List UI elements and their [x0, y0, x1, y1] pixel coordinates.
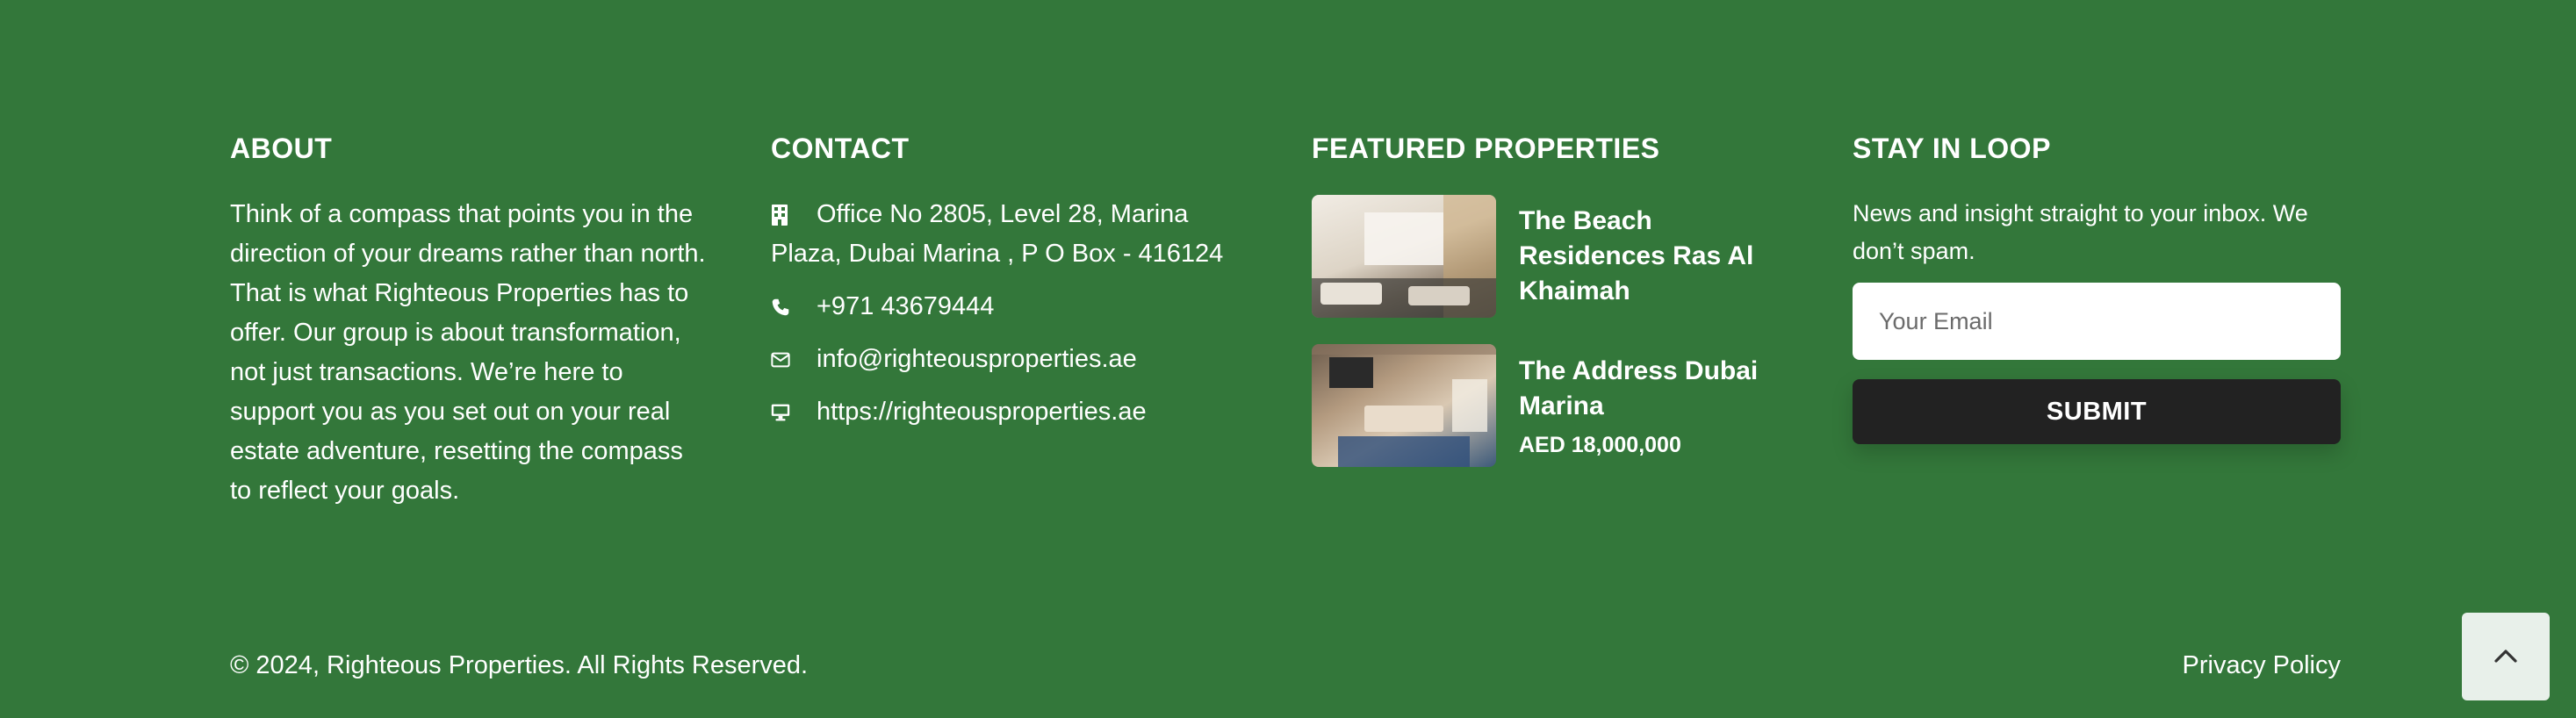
contact-phone[interactable]: +971 43679444	[771, 287, 1263, 327]
chevron-up-icon	[2493, 647, 2519, 667]
privacy-policy-link[interactable]: Privacy Policy	[2183, 648, 2342, 683]
contact-phone-text[interactable]: +971 43679444	[817, 287, 994, 327]
property-info: The Beach Residences Ras Al Khaimah	[1519, 204, 1803, 309]
contact-title: CONTACT	[771, 133, 910, 164]
property-name[interactable]: The Address Dubai Marina	[1519, 354, 1803, 424]
featured-properties-section: FEATURED PROPERTIES The Beach Residences…	[1312, 132, 1803, 493]
contact-address: Office No 2805, Level 28, Marina Plaza, …	[771, 195, 1263, 274]
copyright-text: © 2024, Righteous Properties. All Rights…	[230, 651, 809, 679]
contact-website-text[interactable]: https://righteousproperties.ae	[817, 392, 1147, 432]
building-icon	[771, 195, 790, 234]
site-footer: ABOUT Think of a compass that points you…	[0, 0, 2576, 718]
email-input[interactable]	[1853, 283, 2341, 360]
desktop-icon	[771, 392, 790, 432]
newsletter-section: STAY IN LOOP News and insight straight t…	[1853, 132, 2341, 444]
property-info: The Address Dubai Marina AED 18,000,000	[1519, 354, 1803, 458]
newsletter-text: News and insight straight to your inbox.…	[1853, 200, 2308, 264]
contact-email-text[interactable]: info@righteousproperties.ae	[817, 340, 1137, 379]
contact-website[interactable]: https://righteousproperties.ae	[771, 392, 1263, 432]
property-price: AED 18,000,000	[1519, 432, 1681, 457]
featured-property-item[interactable]: The Beach Residences Ras Al Khaimah	[1312, 195, 1803, 318]
scroll-to-top-button[interactable]	[2462, 613, 2550, 700]
property-thumbnail[interactable]	[1312, 344, 1496, 467]
contact-address-text: Office No 2805, Level 28, Marina Plaza, …	[771, 200, 1224, 268]
envelope-icon	[771, 340, 790, 379]
featured-title: FEATURED PROPERTIES	[1312, 133, 1660, 164]
property-thumbnail[interactable]	[1312, 195, 1496, 318]
property-name[interactable]: The Beach Residences Ras Al Khaimah	[1519, 204, 1803, 309]
newsletter-title: STAY IN LOOP	[1853, 133, 2051, 164]
submit-button[interactable]: SUBMIT	[1853, 379, 2341, 444]
phone-icon	[771, 287, 790, 327]
featured-property-item[interactable]: The Address Dubai Marina AED 18,000,000	[1312, 344, 1803, 467]
about-title: ABOUT	[230, 133, 333, 164]
about-text: Think of a compass that points you in th…	[230, 200, 706, 505]
contact-section: CONTACT Office No 2805, Level 28, Marina…	[771, 132, 1263, 445]
contact-email[interactable]: info@righteousproperties.ae	[771, 340, 1263, 379]
about-section: ABOUT Think of a compass that points you…	[230, 132, 711, 511]
